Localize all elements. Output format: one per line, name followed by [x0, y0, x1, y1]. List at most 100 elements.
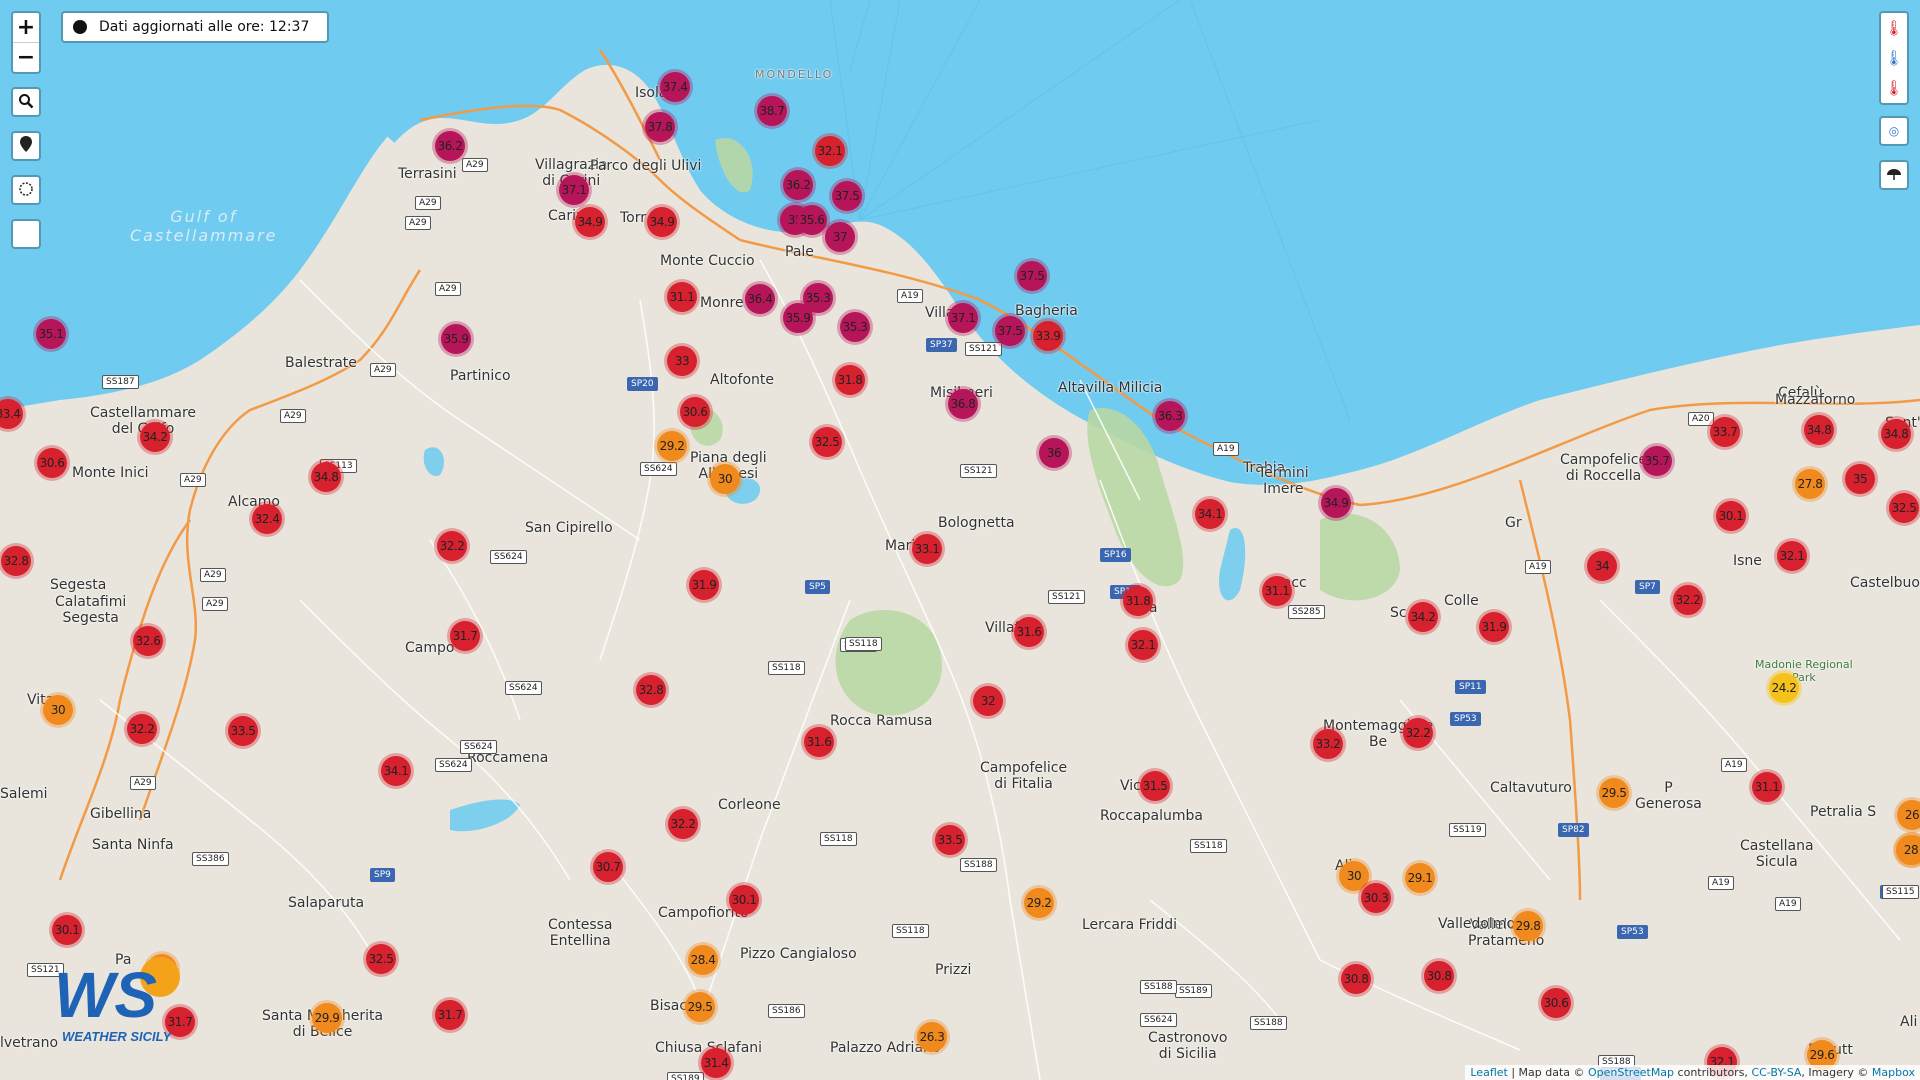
- temperature-marker[interactable]: 37.1: [559, 175, 589, 205]
- temperature-marker[interactable]: 32.8: [1, 546, 31, 576]
- temperature-marker[interactable]: 37.5: [995, 316, 1025, 346]
- temperature-marker[interactable]: 27.8: [1795, 469, 1825, 499]
- temperature-marker[interactable]: 34.8: [1881, 419, 1911, 449]
- thermometer-min-icon[interactable]: 🌡: [1881, 43, 1907, 73]
- temperature-marker[interactable]: 32.8: [636, 675, 666, 705]
- temperature-marker[interactable]: 31.5: [1140, 771, 1170, 801]
- temperature-marker[interactable]: 34.1: [381, 756, 411, 786]
- temperature-marker[interactable]: 35.6: [797, 205, 827, 235]
- temperature-marker[interactable]: 37.8: [645, 112, 675, 142]
- blank-control-button[interactable]: [11, 219, 41, 249]
- temperature-marker[interactable]: 31.4: [701, 1048, 731, 1078]
- temperature-marker[interactable]: 32.2: [1673, 585, 1703, 615]
- temperature-marker[interactable]: 35: [1845, 464, 1875, 494]
- temperature-marker[interactable]: 32.2: [1403, 718, 1433, 748]
- temperature-marker[interactable]: 32.5: [1889, 493, 1919, 523]
- mapbox-link[interactable]: Mapbox: [1872, 1066, 1915, 1079]
- temperature-marker[interactable]: 35.3: [840, 312, 870, 342]
- temperature-marker[interactable]: 33.9: [1033, 321, 1063, 351]
- temperature-marker[interactable]: 34.1: [1195, 499, 1225, 529]
- temperature-marker[interactable]: 37: [825, 222, 855, 252]
- temperature-marker[interactable]: 37.5: [832, 181, 862, 211]
- temperature-marker[interactable]: 32.2: [668, 809, 698, 839]
- temperature-marker[interactable]: 31.7: [450, 621, 480, 651]
- temperature-marker[interactable]: 30.6: [1541, 988, 1571, 1018]
- leaflet-link[interactable]: Leaflet: [1470, 1066, 1507, 1079]
- temperature-marker[interactable]: 30.6: [37, 448, 67, 478]
- temperature-marker[interactable]: 26.3: [917, 1022, 947, 1052]
- temperature-marker[interactable]: 33.5: [228, 716, 258, 746]
- temperature-marker[interactable]: 32.1: [1128, 630, 1158, 660]
- temperature-marker[interactable]: 34.9: [1321, 488, 1351, 518]
- temperature-marker[interactable]: 38.7: [757, 96, 787, 126]
- thermometer-icon[interactable]: 🌡: [1881, 73, 1907, 103]
- temperature-marker[interactable]: 31.8: [1123, 586, 1153, 616]
- temperature-marker[interactable]: 36: [1039, 438, 1069, 468]
- temperature-marker[interactable]: 35.9: [441, 324, 471, 354]
- temperature-marker[interactable]: 35.9: [783, 303, 813, 333]
- temperature-marker[interactable]: 31.6: [804, 727, 834, 757]
- temperature-marker[interactable]: 32.6: [133, 626, 163, 656]
- temperature-marker[interactable]: 33: [667, 346, 697, 376]
- temperature-marker[interactable]: 28: [1896, 835, 1920, 865]
- ccbysa-link[interactable]: CC-BY-SA: [1751, 1066, 1801, 1079]
- temperature-marker[interactable]: 32.4: [252, 504, 282, 534]
- temperature-marker[interactable]: 32.1: [1777, 541, 1807, 571]
- temperature-marker[interactable]: 37.5: [1017, 261, 1047, 291]
- temperature-marker[interactable]: 32: [973, 686, 1003, 716]
- temperature-marker[interactable]: 34.8: [311, 462, 341, 492]
- temperature-marker[interactable]: 31.8: [835, 365, 865, 395]
- temperature-marker[interactable]: 26: [1897, 800, 1920, 830]
- temperature-marker[interactable]: 30.8: [1424, 961, 1454, 991]
- temperature-marker[interactable]: 29.1: [1405, 863, 1435, 893]
- temperature-marker[interactable]: 34: [1587, 551, 1617, 581]
- temperature-marker[interactable]: 37.1: [948, 303, 978, 333]
- temperature-marker[interactable]: 33.5: [935, 825, 965, 855]
- temperature-marker[interactable]: 33.1: [912, 534, 942, 564]
- temperature-marker[interactable]: 30.3: [1361, 883, 1391, 913]
- zoom-control[interactable]: + −: [11, 11, 41, 74]
- temperature-marker[interactable]: 36.2: [783, 170, 813, 200]
- temperature-marker[interactable]: 34.2: [140, 422, 170, 452]
- temperature-marker[interactable]: 29.2: [1024, 888, 1054, 918]
- search-button[interactable]: [11, 87, 41, 117]
- temperature-marker[interactable]: 30: [710, 464, 740, 494]
- temperature-marker[interactable]: 29.9: [312, 1003, 342, 1033]
- thermometer-max-icon[interactable]: 🌡: [1881, 13, 1907, 43]
- temperature-marker[interactable]: 31.9: [1479, 612, 1509, 642]
- temperature-marker[interactable]: 31.1: [667, 282, 697, 312]
- temperature-marker[interactable]: 36.3: [1155, 401, 1185, 431]
- rain-button[interactable]: [1879, 160, 1909, 190]
- temperature-marker[interactable]: 29.2: [657, 431, 687, 461]
- temperature-marker[interactable]: 32.1: [815, 136, 845, 166]
- map-container[interactable]: Gulf of Castellammare MONDELLO Terrasini V…: [0, 0, 1920, 1080]
- temperature-marker[interactable]: 32.5: [366, 944, 396, 974]
- layer-selector[interactable]: 🌡 🌡 🌡: [1879, 11, 1909, 105]
- temperature-marker[interactable]: 32.2: [127, 714, 157, 744]
- temperature-marker[interactable]: 30.7: [593, 852, 623, 882]
- temperature-marker[interactable]: 28.4: [688, 945, 718, 975]
- temperature-marker[interactable]: 30.1: [1716, 501, 1746, 531]
- osm-link[interactable]: OpenStreetMap: [1588, 1066, 1674, 1079]
- temperature-marker[interactable]: 30: [43, 695, 73, 725]
- temperature-marker[interactable]: 35.7: [1642, 446, 1672, 476]
- temperature-marker[interactable]: 36.8: [948, 389, 978, 419]
- draw-polygon-button[interactable]: [11, 175, 41, 205]
- temperature-marker[interactable]: 29.5: [685, 992, 715, 1022]
- temperature-marker[interactable]: 31.9: [689, 570, 719, 600]
- zoom-in-button[interactable]: +: [13, 13, 39, 43]
- temperature-marker[interactable]: 34.2: [1408, 602, 1438, 632]
- temperature-marker[interactable]: 34.9: [647, 207, 677, 237]
- temperature-marker[interactable]: 34.9: [575, 207, 605, 237]
- temperature-marker[interactable]: 34.8: [1804, 415, 1834, 445]
- temperature-marker[interactable]: 33.7: [1710, 417, 1740, 447]
- temperature-marker[interactable]: 31.6: [1014, 617, 1044, 647]
- temperature-marker[interactable]: 24.2: [1769, 673, 1799, 703]
- temperature-marker[interactable]: 32.2: [437, 531, 467, 561]
- temperature-marker[interactable]: 36.2: [435, 131, 465, 161]
- temperature-marker[interactable]: 29.5: [1599, 778, 1629, 808]
- temperature-marker[interactable]: 30.1: [52, 915, 82, 945]
- temperature-marker[interactable]: 30.8: [1341, 964, 1371, 994]
- temperature-marker[interactable]: 32.5: [812, 427, 842, 457]
- temperature-marker[interactable]: 31.1: [1262, 576, 1292, 606]
